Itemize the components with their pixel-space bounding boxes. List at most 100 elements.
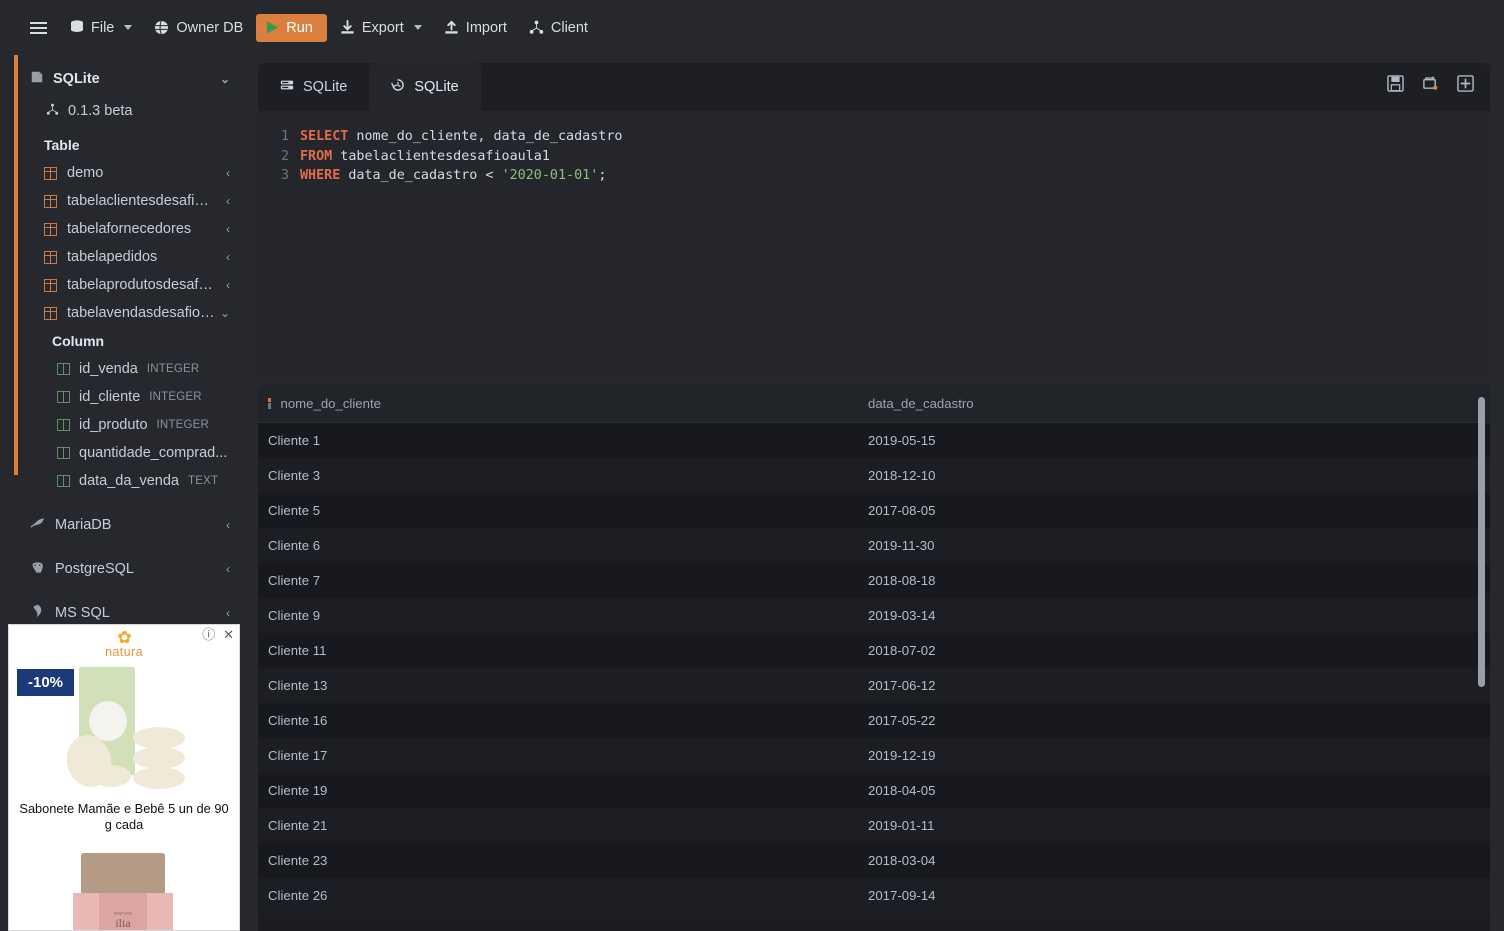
table-icon: [44, 166, 57, 180]
table-row[interactable]: Cliente 5 2017-08-05: [258, 493, 1490, 528]
chevron-left-icon[interactable]: ‹: [226, 195, 230, 207]
cell-data: 2017-09-14: [868, 888, 936, 903]
table-row[interactable]: Cliente 6 2019-11-30: [258, 528, 1490, 563]
cell-data: 2019-03-14: [868, 608, 936, 623]
table-row[interactable]: Cliente 11 2018-07-02: [258, 633, 1490, 668]
chevron-left-icon[interactable]: ‹: [226, 223, 230, 235]
advertisement-panel[interactable]: ✿ natura ⓘ ✕ -10% Sabonete Mamãe e Bebê …: [8, 624, 240, 931]
client-button[interactable]: Client: [520, 14, 597, 42]
table-row[interactable]: Cliente 13 2017-06-12: [258, 668, 1490, 703]
refresh-icon[interactable]: [1422, 75, 1439, 97]
table-row[interactable]: Cliente 1 2019-05-15: [258, 423, 1490, 458]
results-panel: nome_do_cliente data_de_cadastro Cliente…: [258, 385, 1490, 931]
import-button[interactable]: Import: [435, 14, 516, 42]
sql-code-area[interactable]: 1 SELECT nome_do_cliente, data_de_cadastr…: [258, 111, 1490, 375]
chevron-down-icon[interactable]: ⌄: [220, 73, 230, 85]
add-icon[interactable]: [1457, 75, 1474, 97]
run-button[interactable]: Run: [256, 13, 327, 42]
chevron-left-icon[interactable]: ‹: [226, 251, 230, 263]
chevron-left-icon[interactable]: ‹: [226, 563, 230, 575]
ad-info-icon[interactable]: ⓘ: [202, 628, 215, 641]
line-number: 3: [280, 168, 289, 184]
ad-close-icon[interactable]: ✕: [223, 628, 234, 641]
table-icon: [44, 222, 57, 236]
chevron-down-icon: [413, 25, 422, 30]
editor-action-icons: [1387, 75, 1474, 97]
sort-indicator-icon[interactable]: [268, 397, 271, 410]
table-row[interactable]: Cliente 19 2018-04-05: [258, 773, 1490, 808]
sidebar-column-quantidade[interactable]: quantidade_comprad...: [0, 439, 248, 467]
ad-header: ✿ natura ⓘ ✕: [9, 625, 239, 665]
sidebar-table-tabelapedidos[interactable]: tabelapedidos ‹: [0, 243, 248, 271]
table-row[interactable]: Cliente 23 2018-03-04: [258, 843, 1490, 878]
chevron-left-icon[interactable]: ‹: [226, 607, 230, 619]
cell-nome: Cliente 7: [268, 573, 321, 588]
hamburger-icon[interactable]: [20, 14, 57, 42]
table-row[interactable]: Cliente 26 2017-09-14: [258, 878, 1490, 913]
results-vertical-scrollbar[interactable]: [1478, 397, 1485, 687]
sidebar-column-data-da-venda[interactable]: data_da_venda TEXT: [0, 467, 248, 495]
export-button[interactable]: Export: [331, 14, 431, 42]
import-label: Import: [465, 19, 507, 36]
column-header-data-de-cadastro[interactable]: data_de_cadastro: [858, 396, 1258, 411]
sidebar-item-sqlite-root[interactable]: SQLite ⌄: [0, 65, 248, 93]
client-label: Client: [550, 19, 588, 36]
table-row[interactable]: Cliente 21 2019-01-11: [258, 808, 1490, 843]
results-header-row: nome_do_cliente data_de_cadastro: [258, 385, 1490, 423]
sidebar-version-label: 0.1.3 beta: [68, 103, 133, 119]
table-row[interactable]: Cliente 3 2018-12-10: [258, 458, 1490, 493]
owner-db-button[interactable]: Owner DB: [145, 14, 252, 42]
cell-data: 2017-08-05: [868, 503, 936, 518]
sidebar-item-version[interactable]: 0.1.3 beta: [0, 97, 248, 125]
sidebar-item-postgresql[interactable]: PostgreSQL ‹: [0, 555, 248, 583]
table-row[interactable]: Cliente 9 2019-03-14: [258, 598, 1490, 633]
upload-icon: [444, 20, 459, 35]
sql-editor-card: SQLite SQLite 1 SELECT nome_do_cliente, …: [258, 63, 1490, 375]
cell-data: 2018-07-02: [868, 643, 936, 658]
cell-nome: Cliente 26: [268, 888, 328, 903]
file-menu-button[interactable]: File: [61, 14, 141, 42]
save-icon[interactable]: [1387, 75, 1404, 97]
sidebar-db-label: MariaDB: [55, 517, 112, 533]
chevron-left-icon[interactable]: ‹: [226, 167, 230, 179]
soap-bar: [133, 767, 185, 789]
sidebar-item-mariadb[interactable]: MariaDB ‹: [0, 511, 248, 539]
sidebar-table-label: demo: [67, 165, 104, 181]
chevron-left-icon[interactable]: ‹: [226, 519, 230, 531]
play-icon: [266, 21, 279, 34]
chevron-left-icon[interactable]: ‹: [226, 279, 230, 291]
sidebar-table-demo[interactable]: demo ‹: [0, 159, 248, 187]
column-name: id_produto: [79, 417, 148, 433]
top-toolbar: File Owner DB Run Export Import Client: [0, 0, 1504, 55]
chevron-down-icon[interactable]: ⌄: [220, 307, 230, 319]
sidebar-item-mssql[interactable]: MS SQL ‹: [0, 599, 248, 627]
table-row[interactable]: Cliente 16 2017-05-22: [258, 703, 1490, 738]
sql-punct: ;: [598, 168, 607, 184]
sidebar-table-label: tabelaclientesdesafioau...: [67, 193, 215, 209]
ad-product-caption: Sabonete Mamãe e Bebê 5 un de 90 g cada: [19, 801, 229, 832]
ad-discount-badge: -10%: [17, 669, 75, 696]
export-label: Export: [361, 19, 404, 36]
sidebar-table-tabelaprodutos[interactable]: tabelaprodutosdesafioa... ‹: [0, 271, 248, 299]
sidebar-column-id-produto[interactable]: id_produto INTEGER: [0, 411, 248, 439]
server-icon: [280, 78, 294, 96]
ad-product-image-1: [61, 667, 191, 792]
table-row[interactable]: Cliente 17 2019-12-19: [258, 738, 1490, 773]
sidebar-table-tabelavendas[interactable]: tabelavendasdesafioa... ⌄: [0, 299, 248, 327]
sql-keyword: SELECT: [300, 129, 349, 144]
tab-sqlite-history[interactable]: SQLite: [369, 63, 481, 111]
column-header-label: data_de_cadastro: [868, 396, 974, 411]
sidebar-table-tabelafornecedores[interactable]: tabelafornecedores ‹: [0, 215, 248, 243]
sqlite-client-app: File Owner DB Run Export Import Client S…: [0, 0, 1504, 931]
table-row[interactable]: Cliente 7 2018-08-18: [258, 563, 1490, 598]
download-icon: [340, 20, 355, 35]
cell-nome: Cliente 13: [268, 678, 328, 693]
sidebar-column-id-cliente[interactable]: id_cliente INTEGER: [0, 383, 248, 411]
cell-nome: Cliente 6: [268, 538, 321, 553]
tab-label: SQLite: [303, 79, 348, 95]
column-header-nome-do-cliente[interactable]: nome_do_cliente: [258, 396, 858, 411]
sidebar-table-tabelaclientes[interactable]: tabelaclientesdesafioau... ‹: [0, 187, 248, 215]
tab-sqlite-connection[interactable]: SQLite: [258, 63, 369, 111]
sidebar-column-id-venda[interactable]: id_venda INTEGER: [0, 355, 248, 383]
column-icon: [57, 475, 70, 487]
